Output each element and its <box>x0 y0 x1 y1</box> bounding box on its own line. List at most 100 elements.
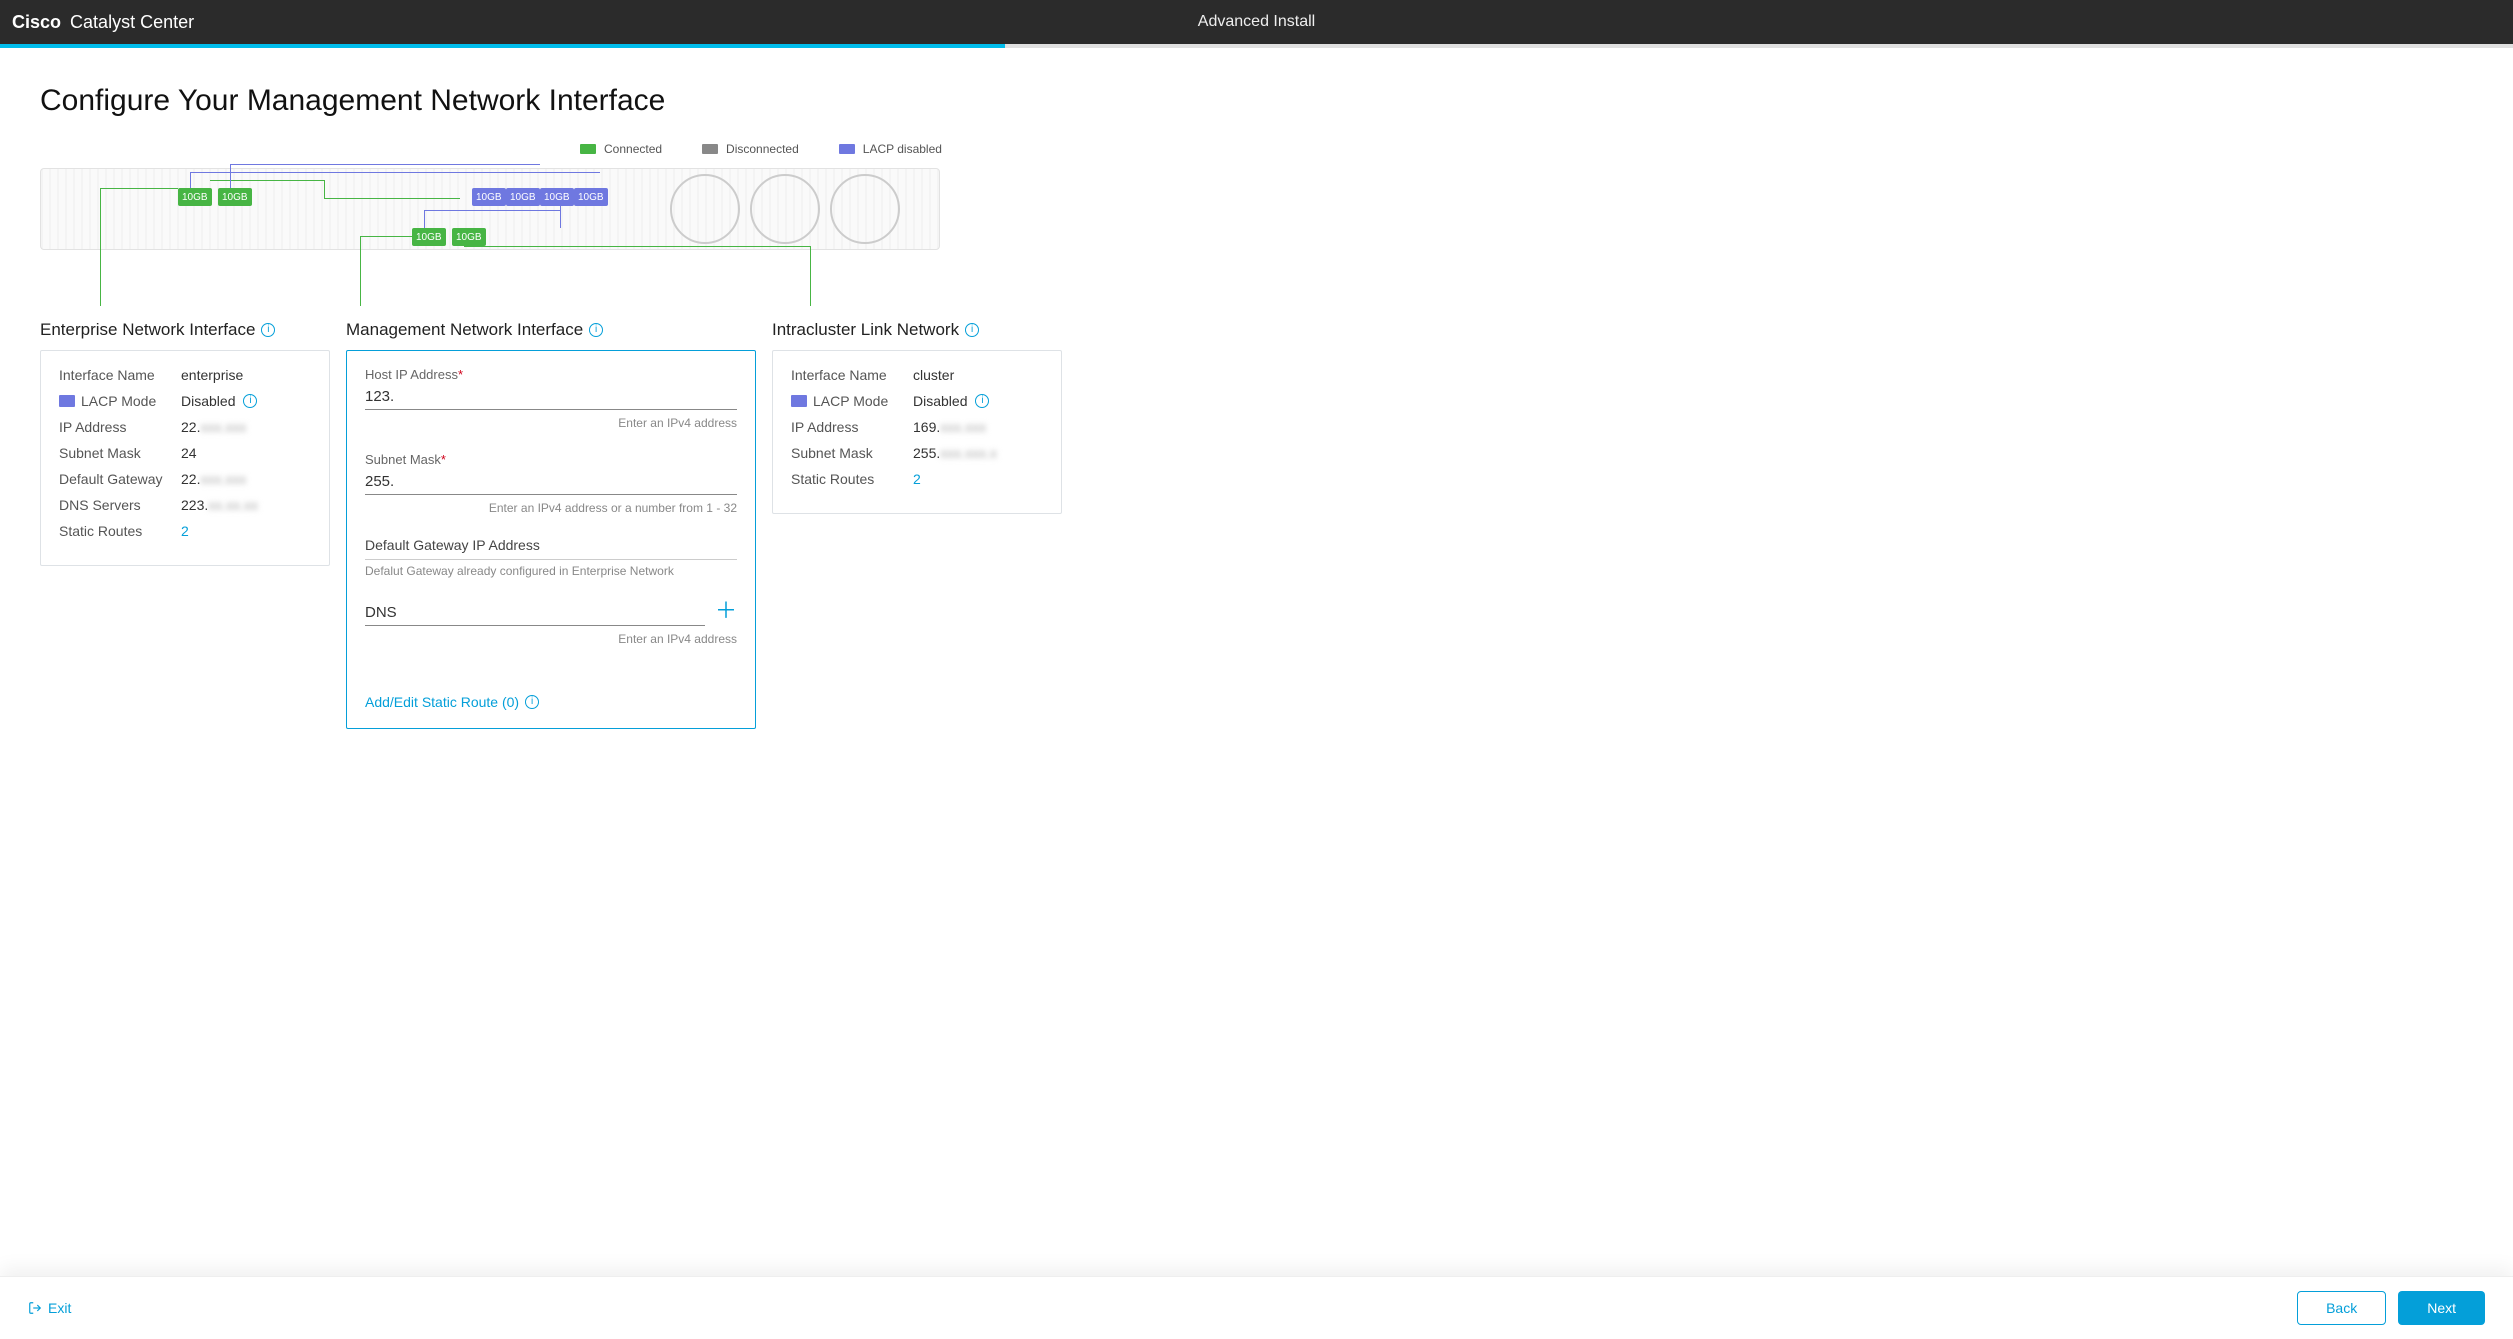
label: LACP Mode <box>59 393 181 409</box>
swatch-gray <box>702 144 718 154</box>
enterprise-column: Enterprise Network Interface i Interface… <box>40 320 330 729</box>
info-icon[interactable]: i <box>965 323 979 337</box>
row-static-routes: Static Routes 2 <box>59 523 311 539</box>
dns-help: Enter an IPv4 address <box>365 632 737 646</box>
legend-disconnected: Disconnected <box>702 142 799 156</box>
back-button[interactable]: Back <box>2297 1291 2386 1325</box>
app-header: Cisco Catalyst Center Advanced Install <box>0 0 2513 44</box>
enterprise-title-text: Enterprise Network Interface <box>40 320 255 340</box>
info-icon[interactable]: i <box>243 394 257 408</box>
interface-columns: Enterprise Network Interface i Interface… <box>40 320 2473 729</box>
row-default-gateway: Default Gateway 22.xxx.xxx <box>59 471 311 487</box>
info-icon[interactable]: i <box>589 323 603 337</box>
row-static-routes: Static Routes 2 <box>791 471 1043 487</box>
row-interface-name: Interface Name enterprise <box>59 367 311 383</box>
value-text: 22. <box>181 471 200 487</box>
brand-product: Catalyst Center <box>70 12 194 32</box>
value: 22.xxx.xxx <box>181 419 246 435</box>
wizard-footer: Exit Back Next <box>0 1276 2513 1339</box>
exit-label: Exit <box>48 1300 71 1316</box>
info-icon[interactable]: i <box>525 695 539 709</box>
dns-input[interactable] <box>365 600 705 626</box>
exit-button[interactable]: Exit <box>28 1300 71 1316</box>
redacted: xxx.xxx <box>200 471 246 487</box>
legend-disconnected-label: Disconnected <box>726 142 799 156</box>
main-content: Configure Your Management Network Interf… <box>0 48 2513 1276</box>
management-column: Management Network Interface i Host IP A… <box>346 320 756 729</box>
value: Disabled <box>913 393 967 409</box>
row-subnet-mask: Subnet Mask 255.xxx.xxx.x <box>791 445 1043 461</box>
value: Disabled <box>181 393 235 409</box>
port-lacp-3: 10GB <box>540 188 574 206</box>
redacted: xx.xx.xx <box>208 497 258 513</box>
wire <box>424 210 560 211</box>
intracluster-title: Intracluster Link Network i <box>772 320 1062 340</box>
row-subnet-mask: Subnet Mask 24 <box>59 445 311 461</box>
intracluster-column: Intracluster Link Network i Interface Na… <box>772 320 1062 729</box>
swatch-green <box>580 144 596 154</box>
value-text: 22. <box>181 419 200 435</box>
label-text: Host IP Address <box>365 367 458 382</box>
management-title: Management Network Interface i <box>346 320 756 340</box>
label: Interface Name <box>791 367 913 383</box>
label: Static Routes <box>791 471 913 487</box>
static-routes-link[interactable]: 2 <box>913 471 921 487</box>
value: 255.xxx.xxx.x <box>913 445 997 461</box>
add-dns-button[interactable]: ＋ <box>715 600 737 626</box>
lacp-label-text: LACP Mode <box>813 393 888 409</box>
row-dns-servers: DNS Servers 223.xx.xx.xx <box>59 497 311 513</box>
legend-lacp: LACP disabled <box>839 142 942 156</box>
chassis-diagram: 10GB 10GB 10GB 10GB 10GB 10GB 10GB 10GB <box>40 160 980 320</box>
label: Subnet Mask <box>791 445 913 461</box>
fan-icon <box>750 174 820 244</box>
wire <box>100 188 178 189</box>
value: cluster <box>913 367 954 383</box>
value: enterprise <box>181 367 243 383</box>
host-ip-label: Host IP Address* <box>365 367 737 382</box>
wire <box>360 236 361 306</box>
management-card: Host IP Address* Enter an IPv4 address S… <box>346 350 756 729</box>
brand: Cisco Catalyst Center <box>12 12 194 33</box>
static-routes-link[interactable]: 2 <box>181 523 189 539</box>
port-enterprise-a: 10GB <box>178 188 212 206</box>
port-legend: Connected Disconnected LACP disabled <box>580 142 2473 156</box>
lacp-swatch-icon <box>791 395 807 407</box>
intracluster-title-text: Intracluster Link Network <box>772 320 959 340</box>
host-ip-input[interactable] <box>365 384 737 410</box>
wire <box>464 246 810 247</box>
fan-icon <box>670 174 740 244</box>
management-title-text: Management Network Interface <box>346 320 583 340</box>
wire <box>230 164 540 165</box>
brand-cisco: Cisco <box>12 12 61 32</box>
legend-connected: Connected <box>580 142 662 156</box>
row-lacp-mode: LACP Mode Disabled i <box>59 393 311 409</box>
value: 22.xxx.xxx <box>181 471 246 487</box>
wire <box>324 198 460 199</box>
port-enterprise-b: 10GB <box>218 188 252 206</box>
redacted: xxx.xxx.x <box>940 445 997 461</box>
enterprise-card: Interface Name enterprise LACP Mode Disa… <box>40 350 330 566</box>
port-mgmt-b: 10GB <box>452 228 486 246</box>
wire <box>424 210 425 228</box>
legend-lacp-label: LACP disabled <box>863 142 942 156</box>
label: Interface Name <box>59 367 181 383</box>
label: IP Address <box>791 419 913 435</box>
wire <box>230 164 231 188</box>
field-subnet-mask: Subnet Mask* Enter an IPv4 address or a … <box>365 452 737 515</box>
label: DNS Servers <box>59 497 181 513</box>
lacp-label-text: LACP Mode <box>81 393 156 409</box>
subnet-help: Enter an IPv4 address or a number from 1… <box>365 501 737 515</box>
fan-icon <box>830 174 900 244</box>
value: 169.xxx.xxx <box>913 419 986 435</box>
header-title: Advanced Install <box>1198 13 1315 31</box>
row-lacp-mode: LACP Mode Disabled i <box>791 393 1043 409</box>
next-button[interactable]: Next <box>2398 1291 2485 1325</box>
label: IP Address <box>59 419 181 435</box>
info-icon[interactable]: i <box>975 394 989 408</box>
add-edit-static-route-link[interactable]: Add/Edit Static Route (0) i <box>365 694 539 710</box>
row-ip-address: IP Address 22.xxx.xxx <box>59 419 311 435</box>
wire <box>810 246 811 306</box>
info-icon[interactable]: i <box>261 323 275 337</box>
value-text: 255. <box>913 445 940 461</box>
subnet-mask-input[interactable] <box>365 469 737 495</box>
